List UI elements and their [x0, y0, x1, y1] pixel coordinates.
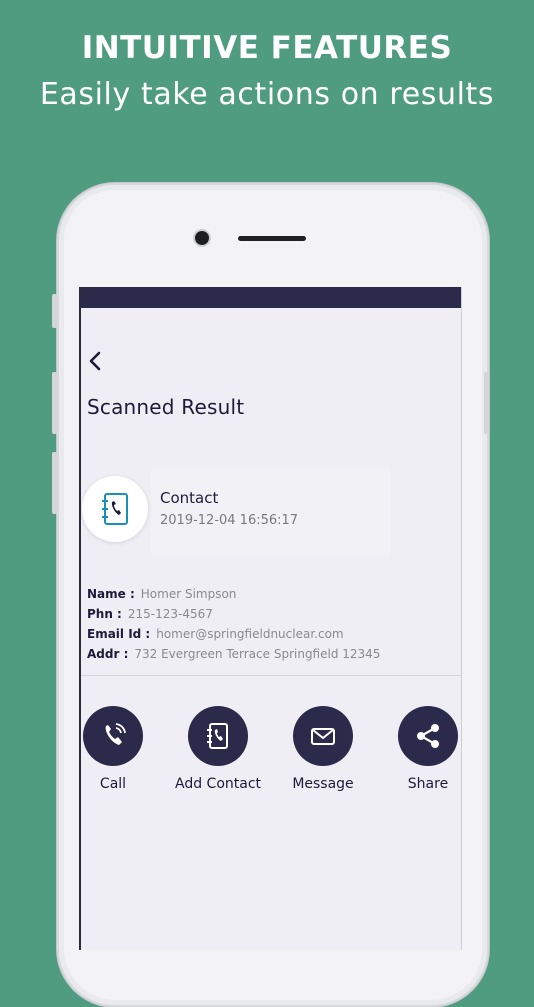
phone-icon	[105, 723, 126, 745]
message-label: Message	[292, 776, 354, 792]
add-contact-icon	[207, 723, 228, 749]
add-contact-label: Add Contact	[174, 776, 262, 792]
detail-value: homer@springfieldnuclear.com	[156, 627, 344, 641]
contact-details: Name : Homer Simpson Phn : 215-123-4567 Em…	[87, 587, 380, 667]
phone-side-button	[484, 372, 489, 434]
detail-value: Homer Simpson	[140, 587, 237, 601]
phone-side-button	[52, 294, 57, 328]
detail-value: 215-123-4567	[127, 607, 213, 621]
detail-row-phone: Phn : 215-123-4567	[87, 607, 380, 627]
app-screen: Scanned Result Contact 2019-12-04 16:56:…	[79, 287, 462, 950]
result-timestamp: 2019-12-04 16:56:17	[160, 513, 299, 528]
phone-side-button	[52, 452, 57, 514]
contact-type-badge	[82, 476, 148, 542]
status-bar	[81, 287, 461, 308]
detail-key: Addr :	[87, 647, 129, 661]
detail-key: Email Id :	[87, 627, 151, 641]
call-label: Call	[99, 776, 127, 792]
call-button[interactable]: Call	[81, 706, 163, 792]
result-type: Contact	[160, 489, 219, 507]
phone-camera	[195, 231, 209, 245]
phone-side-button	[52, 372, 57, 434]
add-contact-button[interactable]: Add Contact	[168, 706, 268, 792]
message-button[interactable]: Message	[273, 706, 373, 792]
share-label: Share	[407, 776, 449, 792]
contact-book-icon	[102, 493, 128, 525]
detail-row-email: Email Id : homer@springfieldnuclear.com	[87, 627, 380, 647]
detail-value: 732 Evergreen Terrace Springfield 12345	[134, 647, 381, 661]
detail-key: Name :	[87, 587, 135, 601]
share-button[interactable]: Share	[378, 706, 461, 792]
detail-row-name: Name : Homer Simpson	[87, 587, 380, 607]
phone-speaker	[238, 236, 306, 241]
promo-subline: Easily take actions on results	[39, 77, 495, 112]
share-icon	[417, 724, 439, 748]
promo-headline: INTUITIVE FEATURES	[81, 30, 453, 66]
chevron-left-icon[interactable]	[87, 350, 103, 372]
detail-row-address: Addr : 732 Evergreen Terrace Springfield …	[87, 647, 380, 667]
result-card-bg	[151, 467, 391, 557]
divider	[81, 675, 461, 676]
detail-key: Phn :	[87, 607, 122, 621]
envelope-icon	[311, 728, 335, 745]
page-title: Scanned Result	[87, 395, 245, 419]
